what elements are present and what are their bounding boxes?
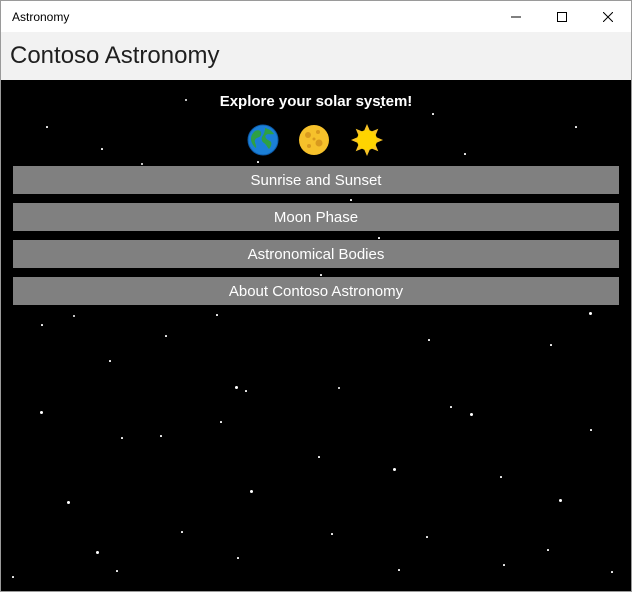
app-header: Contoso Astronomy [1, 32, 631, 80]
app-window: Astronomy Contoso Astronomy Explore your… [0, 0, 632, 592]
star [338, 387, 340, 389]
star [318, 456, 320, 458]
star [249, 489, 253, 493]
star [257, 161, 259, 163]
star [331, 533, 333, 535]
earth-icon [246, 123, 280, 157]
star [237, 557, 239, 559]
app-title: Contoso Astronomy [10, 42, 220, 69]
star [428, 339, 430, 341]
star [12, 576, 14, 578]
window-title: Astronomy [12, 10, 70, 24]
star [350, 199, 352, 201]
star [392, 467, 396, 471]
star [121, 437, 123, 439]
star [469, 412, 473, 416]
star [234, 385, 238, 389]
star [398, 569, 400, 571]
astronomical-bodies-button[interactable]: Astronomical Bodies [13, 240, 619, 268]
close-button[interactable] [585, 1, 631, 32]
about-button[interactable]: About Contoso Astronomy [13, 277, 619, 305]
page-headline: Explore your solar system! [219, 93, 413, 110]
solar-icons-row [1, 123, 631, 157]
star [378, 237, 380, 239]
star [109, 360, 111, 362]
title-bar[interactable]: Astronomy [1, 1, 631, 32]
star [588, 311, 592, 315]
star [426, 536, 428, 538]
star [611, 571, 613, 573]
moon-phase-button[interactable]: Moon Phase [13, 203, 619, 231]
sun-icon [350, 123, 384, 157]
maximize-button[interactable] [539, 1, 585, 32]
star [547, 549, 549, 551]
moon-icon [297, 123, 331, 157]
star [503, 564, 505, 566]
star [590, 429, 592, 431]
main-content: Explore your solar system! Sunrise and S… [1, 80, 631, 591]
star [73, 315, 75, 317]
star [39, 410, 43, 414]
star [245, 390, 247, 392]
star [550, 344, 552, 346]
star [95, 550, 99, 554]
sunrise-sunset-button[interactable]: Sunrise and Sunset [13, 166, 619, 194]
star [500, 476, 502, 478]
star [41, 324, 43, 326]
close-icon [603, 11, 613, 22]
star [216, 314, 218, 316]
star [66, 500, 70, 504]
star [165, 335, 167, 337]
star [220, 421, 222, 423]
minimize-icon [511, 16, 521, 17]
star [160, 435, 162, 437]
star [320, 274, 322, 276]
star [116, 570, 118, 572]
star [558, 498, 562, 502]
maximize-icon [557, 11, 567, 22]
star [140, 162, 144, 166]
star [181, 531, 183, 533]
star [450, 406, 452, 408]
star [432, 113, 434, 115]
minimize-button[interactable] [493, 1, 539, 32]
